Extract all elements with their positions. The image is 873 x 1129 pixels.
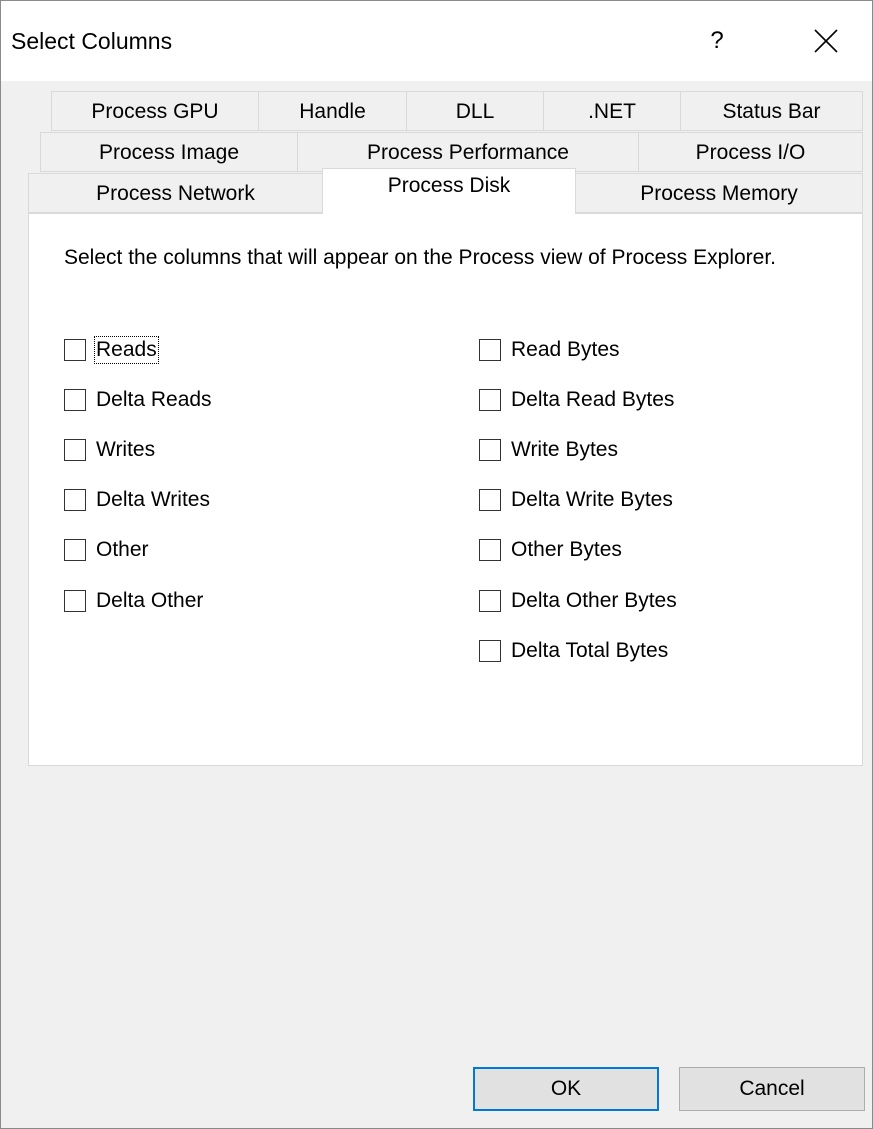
- panel-description: Select the columns that will appear on t…: [64, 246, 777, 269]
- checkbox-box[interactable]: [479, 339, 501, 361]
- checkbox-label: Delta Other Bytes: [511, 589, 677, 612]
- checkbox-label: Read Bytes: [511, 338, 620, 361]
- checkbox-label: Delta Total Bytes: [511, 639, 669, 662]
- checkbox-other-bytes[interactable]: Other Bytes: [479, 537, 622, 563]
- checkbox-delta-total-bytes[interactable]: Delta Total Bytes: [479, 638, 668, 664]
- close-button[interactable]: [801, 21, 851, 61]
- checkbox-box[interactable]: [479, 539, 501, 561]
- title-bar: Select Columns ?: [1, 1, 872, 81]
- checkbox-label: Write Bytes: [511, 438, 618, 461]
- checkbox-delta-reads[interactable]: Delta Reads: [64, 387, 212, 413]
- tab-process-memory[interactable]: Process Memory: [575, 173, 863, 213]
- checkbox-box[interactable]: [479, 439, 501, 461]
- tab-dll[interactable]: DLL: [406, 91, 544, 131]
- tab-process-io[interactable]: Process I/O: [638, 132, 863, 172]
- checkbox-label: Other: [96, 538, 149, 561]
- checkbox-box[interactable]: [479, 640, 501, 662]
- tab-status-bar[interactable]: Status Bar: [680, 91, 863, 131]
- checkbox-box[interactable]: [64, 539, 86, 561]
- tab-process-network[interactable]: Process Network: [28, 173, 323, 213]
- checkbox-box[interactable]: [479, 489, 501, 511]
- checkbox-delta-write-bytes[interactable]: Delta Write Bytes: [479, 487, 673, 513]
- cancel-button[interactable]: Cancel: [679, 1067, 865, 1111]
- checkbox-box[interactable]: [64, 489, 86, 511]
- tab-process-image[interactable]: Process Image: [40, 132, 298, 172]
- tab-dotnet[interactable]: .NET: [543, 91, 681, 131]
- tab-process-performance[interactable]: Process Performance: [297, 132, 639, 172]
- checkbox-other[interactable]: Other: [64, 537, 149, 563]
- checkbox-box[interactable]: [64, 389, 86, 411]
- checkbox-delta-other-bytes[interactable]: Delta Other Bytes: [479, 588, 677, 614]
- checkbox-reads[interactable]: Reads: [64, 336, 159, 364]
- checkbox-box[interactable]: [64, 439, 86, 461]
- checkbox-delta-writes[interactable]: Delta Writes: [64, 487, 210, 513]
- tab-process-gpu[interactable]: Process GPU: [51, 91, 259, 131]
- checkbox-label: Reads: [94, 336, 159, 364]
- checkbox-label: Delta Other: [96, 589, 204, 612]
- checkbox-delta-other[interactable]: Delta Other: [64, 588, 203, 614]
- checkbox-label: Delta Reads: [96, 388, 212, 411]
- tab-process-disk[interactable]: Process Disk: [322, 168, 576, 214]
- select-columns-dialog: Select Columns ? Process GPU Handle DLL …: [0, 0, 873, 1129]
- dialog-title: Select Columns: [11, 28, 173, 54]
- tab-handle[interactable]: Handle: [258, 91, 407, 131]
- checkbox-label: Other Bytes: [511, 538, 622, 561]
- checkbox-box[interactable]: [479, 389, 501, 411]
- checkbox-box[interactable]: [479, 590, 501, 612]
- checkbox-label: Delta Writes: [96, 488, 210, 511]
- ok-button[interactable]: OK: [473, 1067, 659, 1111]
- close-icon: [814, 29, 838, 53]
- checkbox-label: Delta Read Bytes: [511, 388, 675, 411]
- process-disk-panel: Select the columns that will appear on t…: [28, 213, 863, 766]
- checkbox-label: Writes: [96, 438, 156, 461]
- checkbox-delta-read-bytes[interactable]: Delta Read Bytes: [479, 387, 674, 413]
- checkbox-box[interactable]: [64, 339, 86, 361]
- checkbox-write-bytes[interactable]: Write Bytes: [479, 437, 618, 463]
- help-button[interactable]: ?: [697, 21, 737, 61]
- checkbox-writes[interactable]: Writes: [64, 437, 155, 463]
- checkbox-read-bytes[interactable]: Read Bytes: [479, 337, 620, 363]
- checkbox-label: Delta Write Bytes: [511, 488, 673, 511]
- checkbox-box[interactable]: [64, 590, 86, 612]
